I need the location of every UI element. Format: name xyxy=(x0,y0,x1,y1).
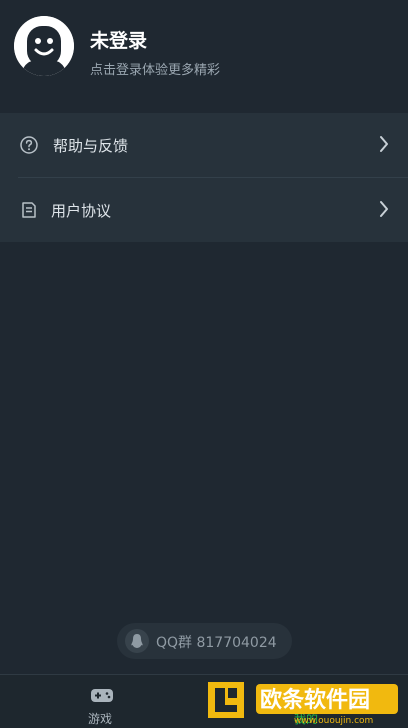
menu-item-label: 用户协议 xyxy=(51,202,112,220)
svg-text:www.ououjin.com: www.ououjin.com xyxy=(294,716,373,726)
settings-menu: 帮助与反馈 用户协议 xyxy=(0,113,408,242)
help-circle-icon xyxy=(20,136,38,154)
qq-penguin-icon xyxy=(125,629,149,653)
chevron-right-icon xyxy=(380,201,388,217)
login-prompt-text[interactable]: 点击登录体验更多精彩 xyxy=(90,59,220,78)
login-status-title[interactable]: 未登录 xyxy=(90,26,147,53)
menu-item-label: 帮助与反馈 xyxy=(53,137,129,155)
menu-item-help-feedback[interactable]: 帮助与反馈 xyxy=(0,113,408,178)
menu-item-user-agreement[interactable]: 用户协议 xyxy=(0,178,408,242)
watermark-icon: 欧条软件园 www.ououjin.com xyxy=(208,682,398,726)
tab-label: 游戏 xyxy=(88,712,113,726)
svg-text:欧条软件园: 欧条软件园 xyxy=(260,687,370,713)
smiley-avatar-icon xyxy=(14,16,74,76)
document-icon xyxy=(22,202,36,218)
avatar[interactable] xyxy=(14,16,74,76)
chevron-right-icon xyxy=(380,136,388,152)
watermark-logo: 欧条软件园 www.ououjin.com xyxy=(206,678,402,726)
tab-games[interactable]: 游戏 xyxy=(74,681,130,726)
gamepad-icon xyxy=(91,689,113,702)
profile-header[interactable]: 未登录 点击登录体验更多精彩 xyxy=(0,0,408,112)
qq-group-pill[interactable]: QQ群 817704024 xyxy=(117,623,292,659)
qq-group-label: QQ群 817704024 xyxy=(156,635,277,651)
